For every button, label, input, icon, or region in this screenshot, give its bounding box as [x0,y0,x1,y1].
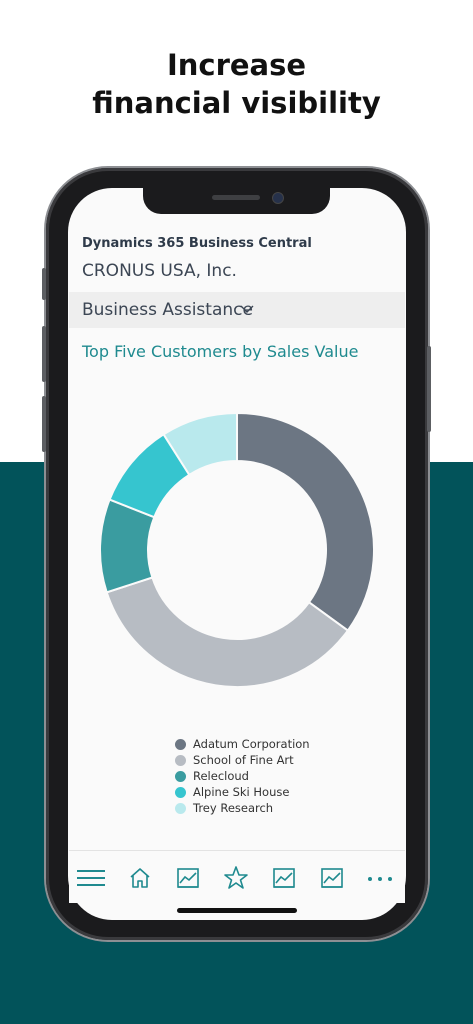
legend-label: Relecloud [193,769,249,783]
phone-notch [143,188,330,214]
chart-icon [177,868,199,888]
legend-item: Alpine Ski House [175,784,310,800]
chart-title: Top Five Customers by Sales Value [82,342,359,361]
section-label: Business Assistance [82,300,253,320]
more-icon [368,877,392,881]
donut-slice-school-of-fine-art[interactable] [105,576,350,688]
menu-icon [77,870,105,886]
legend-item: School of Fine Art [175,752,310,768]
home-icon [130,868,150,888]
chevron-down-icon [240,305,254,313]
favorites-button[interactable] [221,865,251,891]
phone-speaker [212,195,260,200]
phone-mute-button [42,268,46,300]
chart-button-3[interactable] [317,865,347,891]
legend-label: Adatum Corporation [193,737,310,751]
app-name: Dynamics 365 Business Central [82,236,312,251]
legend-item: Adatum Corporation [175,736,310,752]
phone-volume-up-button [42,326,46,382]
home-button[interactable] [125,865,155,891]
menu-button[interactable] [76,865,106,891]
legend-swatch [175,770,186,782]
star-icon [224,866,248,889]
legend-swatch [175,802,186,814]
phone-volume-down-button [42,396,46,452]
legend-swatch [175,786,186,798]
section-selector[interactable]: Business Assistance [69,292,405,328]
home-indicator [177,908,297,913]
tab-bar [69,850,405,903]
headline-line-1: Increase [166,48,307,82]
chart-button-1[interactable] [173,865,203,891]
chart-icon [321,868,343,888]
phone-power-button [427,346,431,432]
chart-legend: Adatum Corporation School of Fine Art Rele… [175,736,310,816]
legend-item: Trey Research [175,800,310,816]
company-name[interactable]: CRONUS USA, Inc. [82,261,237,281]
donut-chart [99,411,375,688]
phone-camera [272,192,284,204]
legend-label: School of Fine Art [193,753,294,767]
donut-slice-adatum-corporation[interactable] [236,411,375,632]
legend-label: Trey Research [193,801,274,815]
legend-label: Alpine Ski House [193,785,290,799]
legend-item: Relecloud [175,768,310,784]
more-button[interactable] [365,865,395,891]
chart-button-2[interactable] [269,865,299,891]
legend-swatch [175,738,186,750]
headline: Increase financial visibility [0,46,473,122]
headline-line-2: financial visibility [92,86,381,120]
legend-swatch [175,754,186,766]
chart-icon [273,868,295,888]
